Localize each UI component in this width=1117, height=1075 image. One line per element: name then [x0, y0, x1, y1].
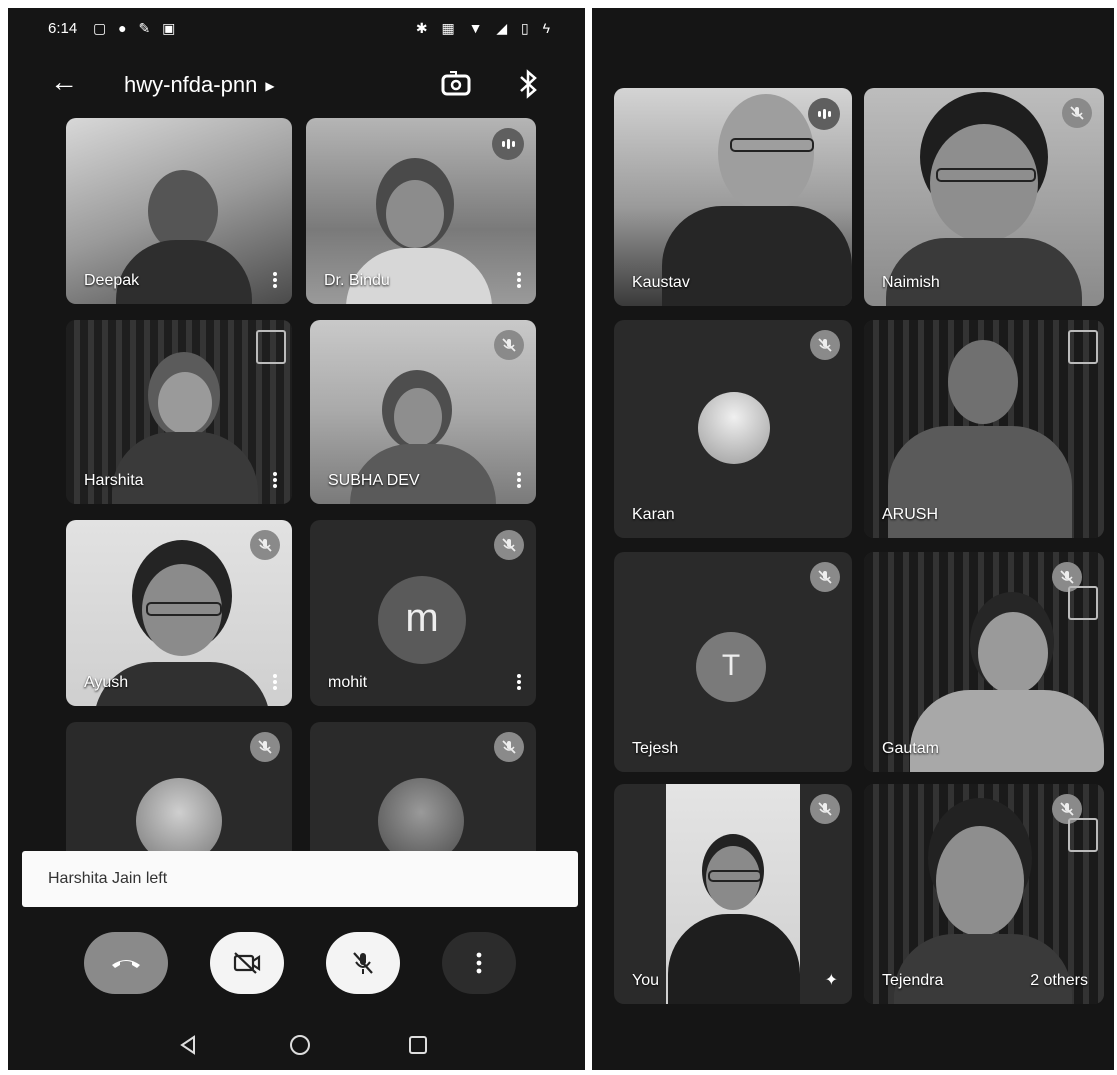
participant-face [936, 826, 1024, 936]
mic-toggle-button[interactable] [326, 932, 400, 994]
more-vert-icon[interactable] [514, 470, 524, 492]
mic-off-icon[interactable] [250, 530, 280, 560]
participant-tile-tejesh[interactable]: T Tejesh [614, 552, 852, 772]
participant-name: You [632, 972, 659, 989]
participant-tile-ayush[interactable]: Ayush [66, 520, 292, 706]
camera-toggle-button[interactable] [210, 932, 284, 994]
participant-name: Dr. Bindu [324, 272, 390, 289]
nav-recents-icon[interactable] [406, 1033, 430, 1057]
participant-name: Karan [632, 506, 675, 523]
more-vert-icon[interactable] [514, 672, 524, 694]
participant-tile-subha-dev[interactable]: SUBHA DEV [310, 320, 536, 504]
more-vert-icon[interactable] [514, 270, 524, 292]
participant-face [394, 388, 442, 446]
participant-tile-kaustav[interactable]: Kaustav [614, 88, 852, 306]
mic-off-icon[interactable] [494, 330, 524, 360]
speaking-indicator-icon [808, 98, 840, 130]
speaking-indicator-icon [492, 128, 524, 160]
bluetooth-icon[interactable] [516, 68, 540, 100]
participant-tile-tejendra[interactable]: Tejendra 2 others [864, 784, 1104, 1004]
status-time: 6:14 [48, 20, 78, 37]
nav-home-icon[interactable] [288, 1033, 312, 1057]
participant-name: SUBHA DEV [328, 472, 420, 489]
picture-in-picture-icon [1068, 586, 1098, 620]
mic-off-icon[interactable] [494, 530, 524, 560]
mic-off-icon[interactable] [1062, 98, 1092, 128]
more-options-button[interactable] [442, 932, 516, 994]
participant-face [718, 94, 814, 212]
status-bar: 6:14 ▢ ● ✎ ▣ ✱ ▦ ▼ ◢ ▯ ϟ [48, 18, 555, 42]
meeting-code: hwy-nfda-pnn [124, 72, 258, 97]
mic-off-icon[interactable] [250, 732, 280, 762]
picture-in-picture-icon [1068, 330, 1098, 364]
participant-face [386, 180, 444, 248]
participant-name: ARUSH [882, 506, 939, 523]
participant-tile-mohit[interactable]: m mohit [310, 520, 536, 706]
mic-off-icon[interactable] [810, 330, 840, 360]
nav-back-icon[interactable] [176, 1033, 200, 1057]
participant-body [894, 934, 1072, 1004]
participant-name: Tejesh [632, 740, 679, 757]
more-vert-icon[interactable] [270, 672, 280, 694]
avatar-initial: m [378, 576, 466, 664]
back-arrow-icon[interactable]: ← [50, 66, 78, 98]
participant-tile-avatar-2[interactable] [310, 722, 536, 872]
more-vert-icon [476, 952, 482, 974]
mic-off-icon[interactable] [810, 562, 840, 592]
participant-name: Gautam [882, 740, 939, 757]
participant-face [948, 340, 1018, 424]
system-status-icons: ✱ ▦ ▼ ◢ ▯ ϟ [415, 20, 555, 36]
participant-name: Ayush [84, 674, 129, 691]
caret-right-icon: ▶ [265, 79, 275, 94]
participant-tile-deepak[interactable]: Deepak [66, 118, 292, 304]
participant-tile-you[interactable]: You ✦ [614, 784, 852, 1004]
more-vert-icon[interactable] [270, 270, 280, 292]
hang-up-button[interactable] [84, 932, 168, 994]
picture-in-picture-icon [1068, 818, 1098, 852]
participant-face [930, 124, 1038, 242]
participant-face [158, 372, 212, 434]
participant-name: Naimish [882, 274, 940, 291]
android-nav-bar [8, 1033, 585, 1063]
meeting-code-title[interactable]: hwy-nfda-pnn ▶ [124, 72, 275, 98]
notification-toast: Harshita Jain left [22, 851, 578, 907]
participant-body [910, 690, 1104, 772]
notification-icons: ▢ ● ✎ ▣ [93, 20, 180, 36]
camera-flip-icon[interactable] [440, 68, 472, 100]
participant-tile-avatar-1[interactable] [66, 722, 292, 872]
glasses [146, 602, 222, 616]
phone-hangup-icon [112, 960, 140, 968]
meeting-top-bar: ← hwy-nfda-pnn ▶ [8, 66, 585, 106]
participant-avatar [698, 392, 770, 464]
effects-sparkle-icon[interactable]: ✦ [825, 970, 838, 990]
glasses [936, 168, 1036, 182]
participant-tile-naimish[interactable]: Naimish [864, 88, 1104, 306]
avatar-initial: T [696, 632, 766, 702]
glasses [708, 870, 762, 882]
picture-in-picture-icon [256, 330, 286, 364]
participant-body [662, 206, 852, 306]
right-phone-screen: Kaustav Naimish Karan ARUSH T Tejesh Gau [592, 8, 1114, 1070]
participant-face [978, 612, 1048, 694]
left-phone-screen: 6:14 ▢ ● ✎ ▣ ✱ ▦ ▼ ◢ ▯ ϟ ← hwy-nfda-pnn ▶… [8, 8, 585, 1070]
participant-name: Deepak [84, 272, 140, 289]
mic-off-icon[interactable] [810, 794, 840, 824]
participant-tile-karan[interactable]: Karan [614, 320, 852, 538]
participant-name: Kaustav [632, 274, 690, 291]
participant-name: mohit [328, 674, 368, 691]
others-count-label[interactable]: 2 others [1030, 972, 1088, 990]
participant-name: Harshita [84, 472, 144, 489]
participant-name: Tejendra [882, 972, 944, 989]
participant-tile-gautam[interactable]: Gautam [864, 552, 1104, 772]
participant-tile-arush[interactable]: ARUSH [864, 320, 1104, 538]
participant-tile-dr-bindu[interactable]: Dr. Bindu [306, 118, 536, 304]
more-vert-icon[interactable] [270, 470, 280, 492]
mic-off-icon [353, 952, 373, 974]
glasses [730, 138, 814, 152]
mic-off-icon[interactable] [494, 732, 524, 762]
participant-body [886, 238, 1082, 306]
participant-tile-harshita[interactable]: Harshita [66, 320, 292, 504]
camera-off-icon [233, 952, 261, 974]
